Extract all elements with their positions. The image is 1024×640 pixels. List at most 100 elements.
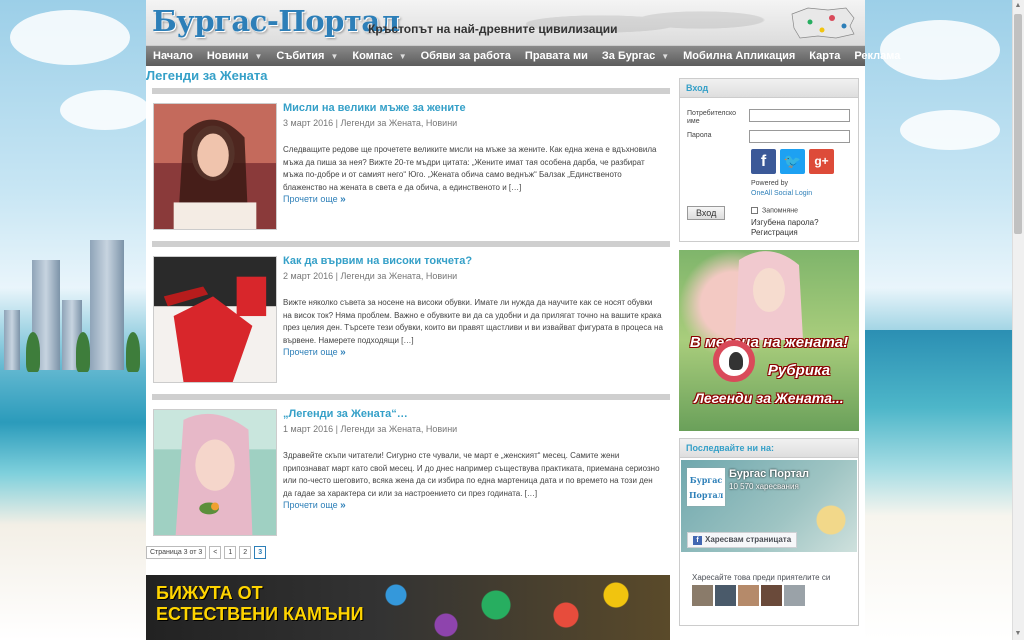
sea-decoration — [865, 330, 1024, 640]
page-avatar: Бургас Портал — [687, 468, 725, 506]
double-chevron-right-icon: » — [340, 500, 346, 511]
nav-item-ads[interactable]: Реклама — [847, 46, 907, 66]
site-tagline: Кръстопът на най-древните цивилизации — [368, 22, 618, 36]
friend-avatar[interactable] — [761, 585, 782, 606]
nav-item-about-burgas[interactable]: За Бургас ▼ — [595, 46, 676, 66]
read-more-link[interactable]: Прочети още » — [283, 194, 346, 205]
nav-item-map[interactable]: Карта — [802, 46, 847, 66]
sidebar: Вход Потребителско име Парола f 🐦 g+ Pow… — [679, 78, 859, 626]
chevron-down-icon: ▼ — [330, 52, 339, 61]
jewelry-ad-banner[interactable]: БИЖУТА ОТ ЕСТЕСТВЕНИ КАМЪНИ — [146, 575, 670, 640]
post-title-link[interactable]: Как да вървим на високи токчета? — [283, 255, 472, 267]
forgot-password-link[interactable]: Изгубена парола? — [751, 218, 819, 227]
main-navigation: Начало Новини ▼ Събития ▼ Компас ▼ Обяви за… — [146, 46, 900, 66]
site-header: Бургас-Портал Кръстопът на най-древните … — [146, 0, 865, 46]
scroll-down-icon[interactable]: ▼ — [1012, 628, 1024, 640]
login-heading: Вход — [680, 79, 858, 98]
nav-item-mobile-app[interactable]: Мобилна Апликация — [676, 46, 802, 66]
password-input[interactable] — [749, 130, 850, 143]
page-wrapper: Бургас-Портал Кръстопът на най-древните … — [146, 0, 900, 640]
post-item: Мисли на велики мъже за жените 3 март 20… — [152, 88, 670, 241]
checkbox-icon — [751, 207, 758, 214]
facebook-friend-faces — [692, 585, 805, 606]
login-widget: Вход Потребителско име Парола f 🐦 g+ Pow… — [679, 78, 859, 242]
tree-decoration — [26, 332, 40, 372]
double-chevron-right-icon: » — [340, 347, 346, 358]
pagination: Страница 3 от 3 < 1 2 3 — [146, 546, 267, 559]
post-title-link[interactable]: „Легенди за Жената“… — [283, 408, 408, 420]
post-excerpt: Здравейте скъпи читатели! Сигурно сте чу… — [283, 451, 660, 498]
tree-decoration — [76, 332, 90, 372]
double-chevron-right-icon: » — [340, 194, 346, 205]
facebook-like-button[interactable]: f Харесвам страницата — [687, 532, 798, 548]
username-label: Потребителско име — [687, 110, 737, 125]
google-plus-login-icon[interactable]: g+ — [809, 149, 834, 174]
friend-avatar[interactable] — [784, 585, 805, 606]
facebook-likes-count: 10 570 харесвания — [729, 482, 799, 491]
register-link[interactable]: Регистрация — [751, 228, 798, 237]
remember-checkbox[interactable]: Запомняне — [751, 207, 798, 214]
facebook-friends-text: Харесайте това преди приятелите си — [692, 573, 831, 582]
promo-line-3: Легенди за Жената... — [694, 390, 844, 406]
pagination-page-2[interactable]: 2 — [239, 546, 252, 559]
read-more-link[interactable]: Прочети още » — [283, 500, 346, 511]
friend-avatar[interactable] — [738, 585, 759, 606]
post-excerpt: Следващите редове ще прочетете великите … — [283, 145, 657, 192]
facebook-login-icon[interactable]: f — [751, 149, 776, 174]
facebook-icon: f — [693, 536, 702, 545]
bulgaria-map-icon — [791, 7, 855, 39]
nav-item-news[interactable]: Новини ▼ — [200, 46, 270, 66]
pagination-page-1[interactable]: 1 — [224, 546, 237, 559]
facebook-page-name[interactable]: Бургас Портал — [729, 468, 809, 480]
women-month-promo-banner[interactable]: В месеца на жената! Рубрика Легенди за Ж… — [679, 250, 859, 431]
skyscraper-decoration — [90, 240, 124, 370]
promo-line-2: Рубрика — [767, 362, 831, 379]
nav-item-home[interactable]: Начало — [146, 46, 200, 66]
post-title-link[interactable]: Мисли на велики мъже за жените — [283, 102, 466, 114]
banner-text: БИЖУТА ОТ ЕСТЕСТВЕНИ КАМЪНИ — [156, 583, 364, 624]
post-meta: 2 март 2016 | Легенди за Жената, Новини — [283, 271, 458, 281]
nav-item-jobs[interactable]: Обяви за работа — [414, 46, 518, 66]
nav-item-events[interactable]: Събития ▼ — [269, 46, 345, 66]
friend-avatar[interactable] — [692, 585, 713, 606]
woman-illustration — [735, 251, 803, 340]
post-excerpt: Вижте няколко съвета за носене на високи… — [283, 298, 663, 345]
post-meta: 1 март 2016 | Легенди за Жената, Новини — [283, 424, 458, 434]
read-more-link[interactable]: Прочети още » — [283, 347, 346, 358]
post-meta: 3 март 2016 | Легенди за Жената, Новини — [283, 118, 458, 128]
post-thumbnail[interactable] — [153, 103, 277, 230]
friend-avatar[interactable] — [715, 585, 736, 606]
chevron-down-icon: ▼ — [254, 52, 263, 61]
promo-line-1: В месеца на жената! — [689, 334, 849, 351]
post-thumbnail[interactable] — [153, 256, 277, 383]
follow-heading: Последвайте ни на: — [680, 439, 858, 458]
powered-by: Powered by OneAll Social Login — [751, 180, 813, 197]
post-item: „Легенди за Жената“… 1 март 2016 | Леген… — [152, 394, 670, 547]
nav-item-rights[interactable]: Правата ми — [518, 46, 595, 66]
cloud-decoration — [60, 90, 150, 130]
site-logo[interactable]: Бургас-Портал — [152, 4, 400, 38]
pagination-prev-button[interactable]: < — [209, 546, 222, 559]
scroll-thumb[interactable] — [1014, 14, 1022, 234]
pagination-page-current: 3 — [254, 546, 267, 559]
cloud-decoration — [10, 10, 130, 65]
chevron-down-icon: ▼ — [398, 52, 407, 61]
skyscraper-decoration — [4, 310, 20, 370]
page-title: Легенди за Жената — [146, 68, 268, 83]
nav-item-compass[interactable]: Компас ▼ — [345, 46, 413, 66]
facebook-page-plugin[interactable]: Бургас Портал Бургас Портал 10 570 харес… — [681, 460, 857, 552]
oneall-link[interactable]: OneAll Social Login — [751, 190, 812, 197]
post-item: Как да вървим на високи токчета? 2 март … — [152, 241, 670, 394]
pagination-status: Страница 3 от 3 — [146, 546, 207, 559]
password-label: Парола — [687, 132, 712, 139]
login-button[interactable]: Вход — [687, 206, 726, 220]
cloud-decoration — [900, 110, 1000, 150]
twitter-login-icon[interactable]: 🐦 — [780, 149, 805, 174]
username-input[interactable] — [749, 109, 850, 122]
scroll-up-icon[interactable]: ▲ — [1012, 0, 1024, 12]
post-thumbnail[interactable] — [153, 409, 277, 536]
browser-scrollbar[interactable]: ▲ ▼ — [1012, 0, 1024, 640]
tree-decoration — [126, 332, 140, 372]
follow-us-widget: Последвайте ни на: Бургас Портал Бургас … — [679, 438, 859, 626]
chevron-down-icon: ▼ — [661, 52, 670, 61]
